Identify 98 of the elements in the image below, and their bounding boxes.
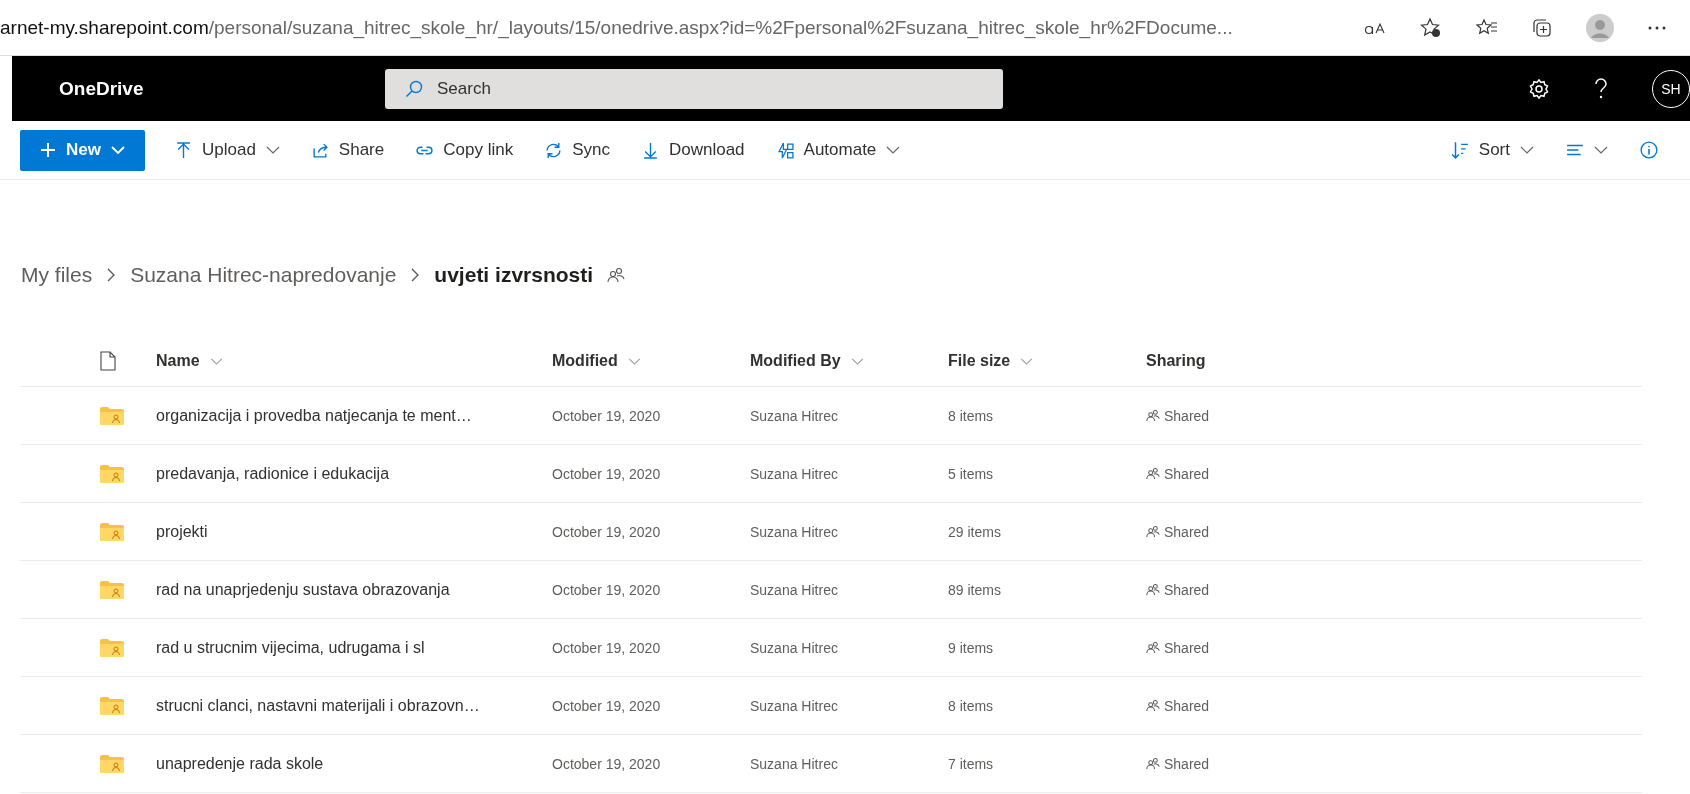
search-field[interactable]: Search [385,68,1003,109]
automate-icon [776,141,794,159]
sharing-status: Shared [1164,581,1210,598]
shared-icon [607,267,626,283]
table-cell: October 19, 2020 [552,523,661,540]
shared-icon [1146,467,1160,480]
caret-icon [1520,146,1534,154]
sharing-status: Shared [1164,697,1210,714]
help-icon[interactable] [1594,77,1608,100]
shared-folder-icon [100,406,124,425]
link-button[interactable]: Copy link [404,130,526,170]
collections-icon[interactable] [1532,17,1552,38]
download-button[interactable]: Download [629,130,757,170]
shared-icon [1146,409,1160,422]
shared-icon [1146,699,1160,712]
table-cell: Suzana Hitrec [750,465,838,482]
upload-button[interactable]: Upload [162,130,292,170]
caret-icon [627,357,641,365]
app-title[interactable]: OneDrive [59,77,385,100]
shared-icon [1146,641,1160,654]
sharing-status: Shared [1164,465,1210,482]
shared-folder-icon [100,464,124,483]
automate-button[interactable]: Automate [764,130,913,170]
table-cell: Suzana Hitrec [750,697,838,714]
search-icon [405,79,423,98]
file-type-icon [100,351,116,371]
shared-folder-icon [100,638,124,657]
table-cell: 9 items [948,639,994,656]
table-cell: October 19, 2020 [552,639,661,656]
column-header[interactable]: Modified By [750,352,864,370]
table-cell: October 19, 2020 [552,581,661,598]
info-icon [1640,141,1658,159]
caret-icon [1020,357,1034,365]
sharing-status: Shared [1164,407,1210,424]
table-cell: Suzana Hitrec [750,523,838,540]
shared-folder-icon [100,754,124,773]
table-cell: Suzana Hitrec [750,639,838,656]
table-cell: October 19, 2020 [552,697,661,714]
download-icon [641,141,659,159]
file-name[interactable]: predavanja, radionice i edukacija [156,464,390,483]
url-host: arnet-my.sharepoint.com [0,16,209,38]
file-name[interactable]: unapredenje rada skole [156,754,324,773]
caret-icon [1594,146,1608,154]
table-cell: Suzana Hitrec [750,407,838,424]
shared-folder-icon [100,580,124,599]
table-cell: Suzana Hitrec [750,755,838,772]
chevron-icon [410,267,421,283]
breadcrumb-item[interactable]: Suzana Hitrec-napredovanje [130,263,397,287]
sort-icon [1450,141,1469,159]
sort-button[interactable]: Sort [1438,130,1546,170]
column-header[interactable]: Name [156,352,223,370]
share-button[interactable]: Share [299,130,397,170]
table-cell: October 19, 2020 [552,407,661,424]
caret-icon [209,357,223,365]
caret-icon [110,146,125,154]
sharing-status: Shared [1164,755,1210,772]
sync-button[interactable]: Sync [533,130,622,170]
file-name[interactable]: projekti [156,522,208,541]
table-cell: 8 items [948,697,994,714]
share-icon [311,141,329,159]
file-name[interactable]: rad u strucnim vijecima, udrugama i sl [156,638,425,657]
table-cell: 89 items [948,581,1001,598]
url-path: /personal/suzana_hitrec_skole_hr/_layouts/15/onedrive.aspx?id=%2Fpersonal%2Fsuzana_hitrec_skole_hr%2FDocume... [208,16,1233,39]
shared-icon [1146,525,1160,538]
caret-icon [850,357,864,365]
table-cell: Suzana Hitrec [750,581,838,598]
table-cell: 7 items [948,755,994,772]
file-name[interactable]: organizacija i provedba natjecanja te ment… [156,406,472,425]
file-name[interactable]: strucni clanci, nastavni materijali i obrazovn… [156,696,480,715]
file-name[interactable]: rad na unaprjedenju sustava obrazovanja [156,580,450,599]
shared-icon [1146,757,1160,770]
shared-folder-icon [100,522,124,541]
star-add-icon[interactable] [1420,16,1442,39]
profile-icon[interactable] [1586,13,1614,42]
more-icon[interactable] [1648,25,1666,30]
sharing-status: Shared [1164,639,1210,656]
chevron-icon [106,267,117,283]
upload-icon [174,141,192,159]
table-cell: 29 items [948,523,1001,540]
new-button[interactable]: New [20,129,145,171]
settings-icon[interactable] [1528,77,1550,100]
column-header[interactable]: Sharing [1146,352,1206,370]
table-cell: 5 items [948,465,994,482]
sharing-status: Shared [1164,523,1210,540]
caret-icon [265,146,280,154]
plus-icon [40,142,56,158]
breadcrumb-item[interactable]: My files [21,263,93,287]
caret-icon [886,146,901,154]
shared-folder-icon [100,696,124,715]
sync-icon [545,141,563,159]
column-header[interactable]: Modified [552,352,641,370]
table-cell: October 19, 2020 [552,465,661,482]
address-bar[interactable]: arnet-my.sharepoint.com/personal/suzana_hitrec_skole_hr/_layouts/15/onedrive.aspx?id=%2Fpersonal%2Fsuzana_hitrec_skole_hr%2FDocume... [0,8,1364,47]
breadcrumb-item[interactable]: uvjeti izvrsnosti [434,263,594,287]
table-cell: October 19, 2020 [552,755,661,772]
table-cell: 8 items [948,407,994,424]
shared-icon [1146,583,1160,596]
column-header[interactable]: File size [948,352,1034,370]
